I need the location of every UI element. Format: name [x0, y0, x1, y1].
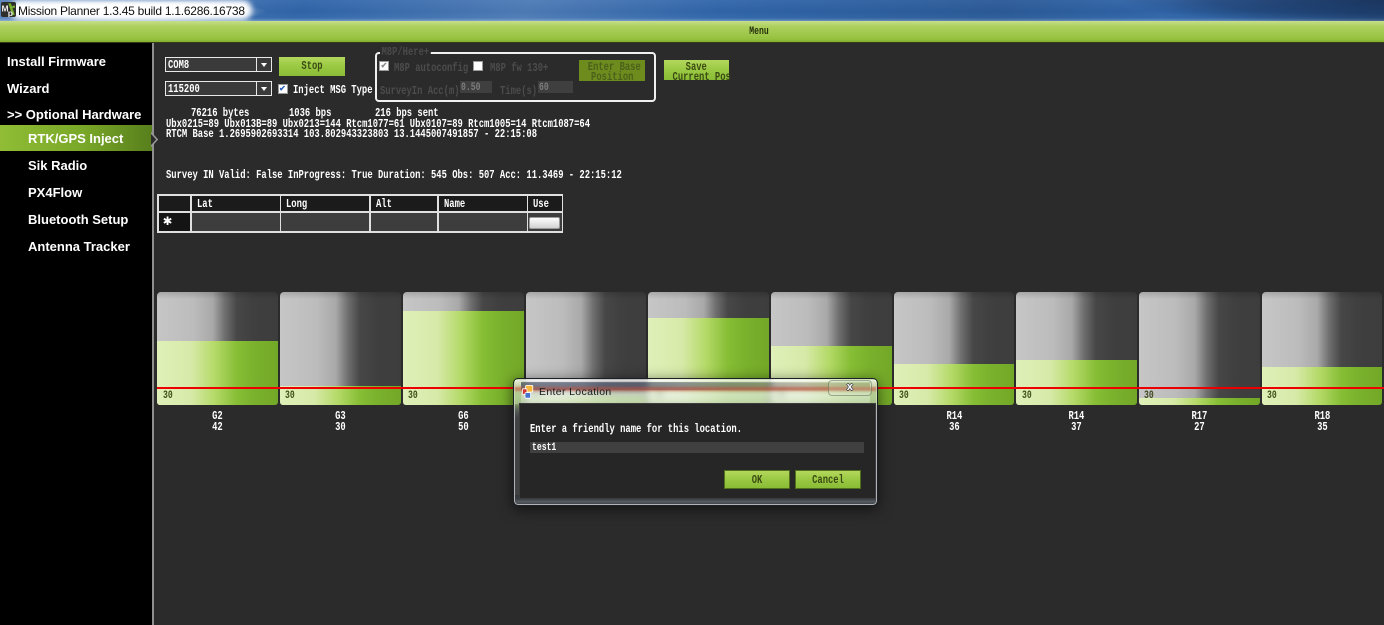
- svg-text:p: p: [8, 8, 13, 17]
